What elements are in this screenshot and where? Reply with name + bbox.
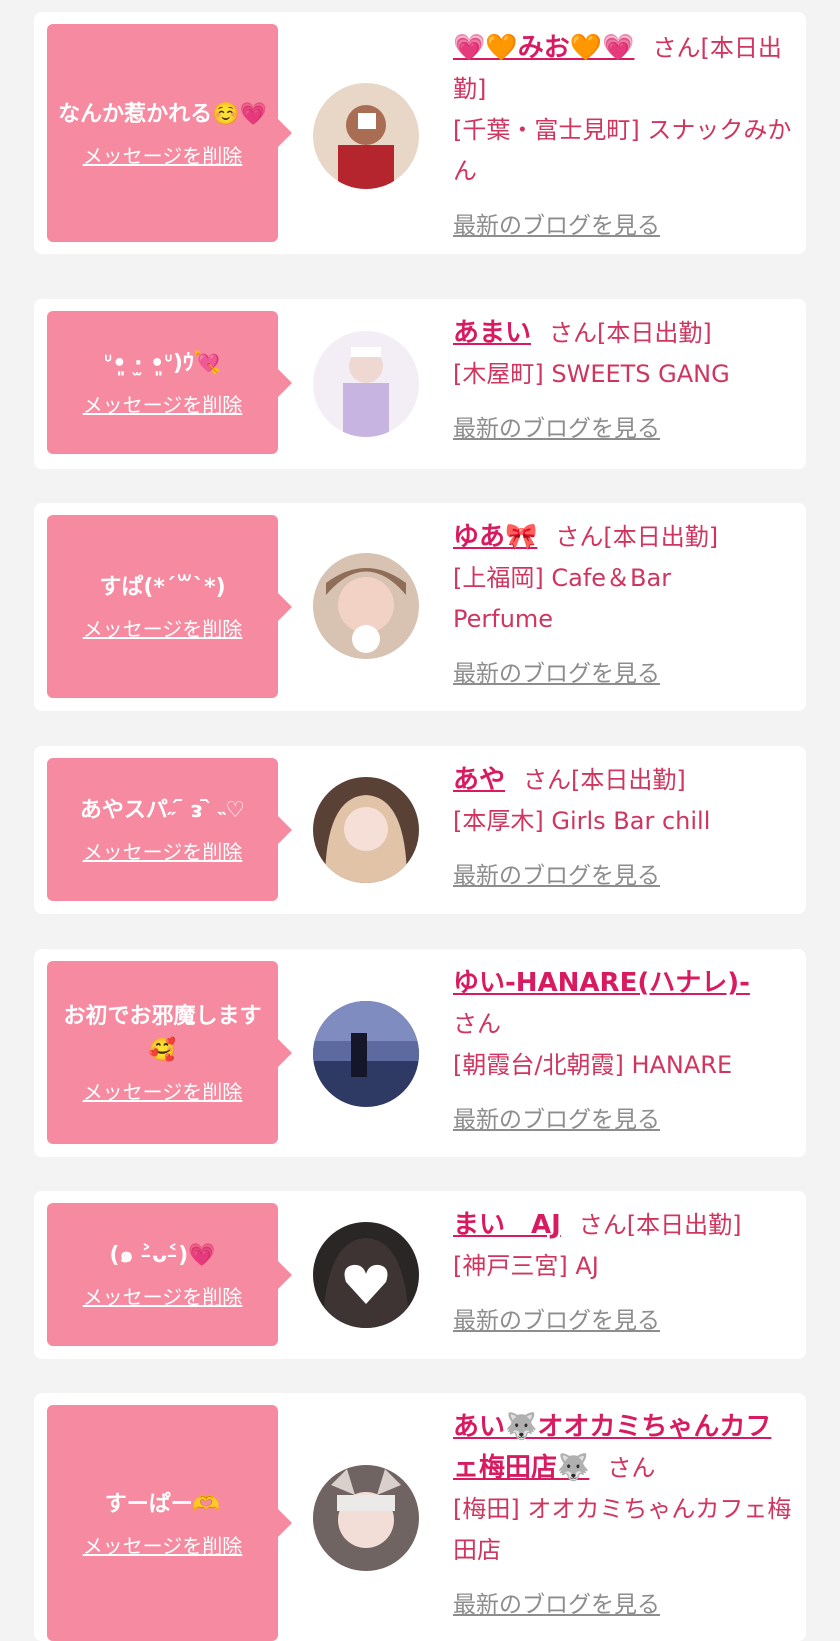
message-text: すーぱー🫶 — [104, 1491, 221, 1517]
shop-name: [梅田] オオカミちゃんカフェ梅田店 — [453, 1495, 792, 1564]
message-card: なんか惹かれる☺️💗 メッセージを削除 💗🧡みお🧡💗 さん[本日出勤] [千葉・富… — [34, 12, 806, 254]
cast-info: あまい さん[本日出勤] [木屋町] SWEETS GANG 最新のブログを見る — [453, 313, 793, 450]
cast-status: さん[本日出勤] — [578, 1211, 742, 1239]
latest-blog-link[interactable]: 最新のブログを見る — [453, 654, 793, 695]
cast-status: さん[本日出勤] — [549, 319, 712, 347]
cast-info: 💗🧡みお🧡💗 さん[本日出勤] [千葉・富士見町] スナックみかん 最新のブログを… — [453, 28, 793, 247]
message-text: (๑ ˃̵ᴗ˂̵)💗 — [109, 1243, 216, 1268]
shop-name: [本厚木] Girls Bar chill — [453, 807, 711, 835]
avatar[interactable] — [313, 331, 419, 437]
cast-name-link[interactable]: 💗🧡みお🧡💗 — [453, 33, 635, 63]
cast-name-link[interactable]: まい AJ — [453, 1210, 561, 1240]
shop-name: [千葉・富士見町] スナックみかん — [453, 116, 792, 185]
message-text: あやスパ˶ ᷇ ᴈ ᷆ ˵♡ — [79, 798, 246, 823]
delete-message-link[interactable]: メッセージを削除 — [83, 836, 243, 865]
latest-blog-link[interactable]: 最新のブログを見る — [453, 409, 793, 450]
latest-blog-link[interactable]: 最新のブログを見る — [453, 1301, 793, 1342]
message-text: なんか惹かれる☺️💗 — [58, 101, 267, 127]
cast-status: さん — [453, 1010, 501, 1038]
cast-status: さん[本日出勤] — [555, 523, 719, 551]
latest-blog-link[interactable]: 最新のブログを見る — [453, 1100, 793, 1141]
message-text: お初でお邪魔します🥰 — [63, 1004, 262, 1063]
message-text: ᐡ•͈ ·̫ •͈ᐡ)ｳ💘 — [103, 351, 222, 376]
delete-message-link[interactable]: メッセージを削除 — [83, 140, 243, 169]
shop-name: [神戸三宮] AJ — [453, 1252, 599, 1280]
cast-name-link[interactable]: ゆい-HANARE(ハナレ)- — [453, 968, 750, 998]
cast-info: ゆい-HANARE(ハナレ)- さん [朝霞台/北朝霞] HANARE 最新のブロ… — [453, 963, 793, 1141]
cast-status: さん[本日出勤] — [523, 766, 686, 794]
message-bubble: ᐡ•͈ ·̫ •͈ᐡ)ｳ💘 メッセージを削除 — [47, 311, 292, 454]
delete-message-link[interactable]: メッセージを削除 — [83, 613, 243, 642]
message-card: すーぱー🫶 メッセージを削除 あい🐺オオカミちゃんカフェ梅田店🐺 さん [梅田] … — [34, 1393, 806, 1641]
avatar[interactable] — [313, 1465, 419, 1571]
avatar[interactable] — [313, 553, 419, 659]
cast-info: ゆあ🎀 さん[本日出勤] [上福岡] Cafe＆Bar Perfume 最新のブロ… — [453, 517, 793, 695]
avatar[interactable] — [313, 1222, 419, 1328]
message-card: (๑ ˃̵ᴗ˂̵)💗 メッセージを削除 まい AJ さん[本日出勤] [神戸三宮]… — [34, 1191, 806, 1359]
latest-blog-link[interactable]: 最新のブログを見る — [453, 1585, 793, 1626]
shop-name: [上福岡] Cafe＆Bar Perfume — [453, 564, 672, 633]
cast-info: まい AJ さん[本日出勤] [神戸三宮] AJ 最新のブログを見る — [453, 1205, 793, 1342]
message-card: お初でお邪魔します🥰 メッセージを削除 ゆい-HANARE(ハナレ)- さん [朝… — [34, 949, 806, 1157]
shop-name: [木屋町] SWEETS GANG — [453, 360, 730, 388]
message-bubble: なんか惹かれる☺️💗 メッセージを削除 — [47, 24, 292, 242]
delete-message-link[interactable]: メッセージを削除 — [83, 1076, 243, 1105]
message-card: あやスパ˶ ᷇ ᴈ ᷆ ˵♡ メッセージを削除 あや さん[本日出勤] [本厚木]… — [34, 746, 806, 914]
cast-status: さん — [607, 1454, 656, 1482]
message-bubble: すぱ(*´꒳`*) メッセージを削除 — [47, 515, 292, 698]
shop-name: [朝霞台/北朝霞] HANARE — [453, 1051, 733, 1079]
cast-name-link[interactable]: あまい — [453, 318, 531, 348]
delete-message-link[interactable]: メッセージを削除 — [83, 1281, 243, 1310]
message-bubble: あやスパ˶ ᷇ ᴈ ᷆ ˵♡ メッセージを削除 — [47, 758, 292, 901]
avatar[interactable] — [313, 777, 419, 883]
message-list: なんか惹かれる☺️💗 メッセージを削除 💗🧡みお🧡💗 さん[本日出勤] [千葉・富… — [0, 0, 840, 1641]
message-bubble: すーぱー🫶 メッセージを削除 — [47, 1405, 292, 1641]
delete-message-link[interactable]: メッセージを削除 — [83, 389, 243, 418]
message-bubble: お初でお邪魔します🥰 メッセージを削除 — [47, 961, 292, 1144]
message-card: すぱ(*´꒳`*) メッセージを削除 ゆあ🎀 さん[本日出勤] [上福岡] Caf… — [34, 503, 806, 711]
avatar[interactable] — [313, 1001, 419, 1107]
message-card: ᐡ•͈ ·̫ •͈ᐡ)ｳ💘 メッセージを削除 あまい さん[本日出勤] [木屋町]… — [34, 299, 806, 469]
avatar[interactable] — [313, 83, 419, 189]
cast-info: あや さん[本日出勤] [本厚木] Girls Bar chill 最新のブログを… — [453, 760, 793, 897]
cast-name-link[interactable]: ゆあ🎀 — [453, 522, 537, 552]
latest-blog-link[interactable]: 最新のブログを見る — [453, 856, 793, 897]
message-text: すぱ(*´꒳`*) — [99, 575, 226, 600]
latest-blog-link[interactable]: 最新のブログを見る — [453, 206, 793, 247]
delete-message-link[interactable]: メッセージを削除 — [83, 1530, 243, 1559]
cast-info: あい🐺オオカミちゃんカフェ梅田店🐺 さん [梅田] オオカミちゃんカフェ梅田店 最… — [453, 1407, 793, 1626]
message-bubble: (๑ ˃̵ᴗ˂̵)💗 メッセージを削除 — [47, 1203, 292, 1346]
cast-name-link[interactable]: あや — [453, 765, 505, 795]
